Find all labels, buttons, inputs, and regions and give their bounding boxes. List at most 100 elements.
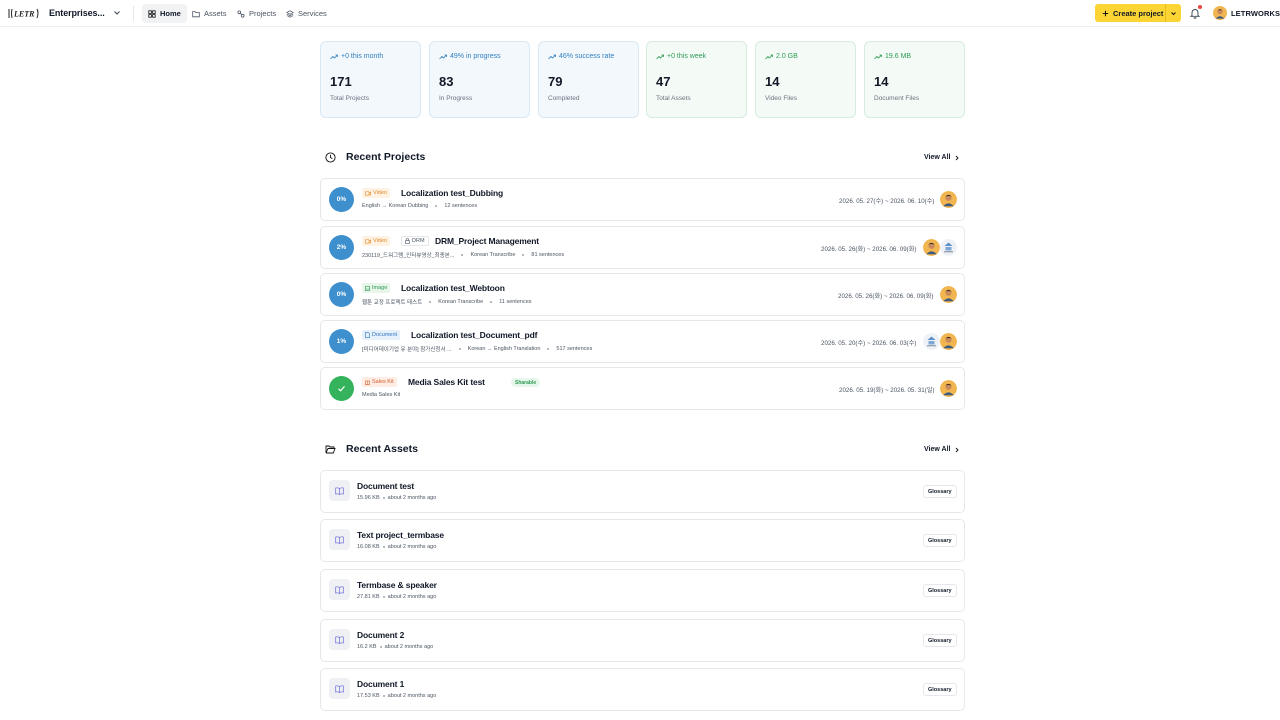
project-title[interactable]: Media Sales Kit test — [408, 377, 485, 387]
drm-badge: DRM — [401, 236, 429, 246]
asset-row[interactable]: Document test 15.96 KB about 2 months ag… — [320, 470, 965, 513]
stat-card-completed[interactable]: 46% success rate 79 Completed — [538, 41, 639, 118]
asset-name[interactable]: Termbase & speaker — [357, 580, 437, 590]
type-badge-image: Image — [362, 283, 391, 293]
stat-trend: 19.6 MB — [874, 53, 911, 60]
stat-value: 171 — [330, 74, 352, 89]
nav-assets-label: Assets — [204, 9, 227, 18]
create-project-label: Create project — [1113, 8, 1164, 18]
project-meta-lang: Korean → English Translation — [467, 346, 541, 352]
project-dates: 2026. 05. 19(화) ~ 2026. 05. 31(일) — [839, 387, 935, 394]
asset-size: 16.2 KB — [357, 644, 377, 650]
create-project-button[interactable]: Create project — [1095, 4, 1181, 22]
project-meta-count: 12 sentences — [444, 203, 478, 209]
stat-card-document-files[interactable]: 19.6 MB 14 Document Files — [864, 41, 965, 118]
plus-icon — [1102, 10, 1109, 16]
stat-trend-text: 2.0 GB — [776, 53, 798, 60]
asset-name[interactable]: Text project_termbase — [357, 530, 444, 540]
nav-home[interactable]: Home — [142, 4, 187, 23]
view-all-label: View All — [924, 154, 951, 161]
member-avatar[interactable] — [940, 286, 957, 303]
member-avatar[interactable] — [940, 380, 957, 397]
book-icon — [329, 480, 350, 501]
stat-trend: 46% success rate — [548, 53, 614, 60]
member-avatar[interactable] — [923, 333, 940, 350]
recent-assets-title: Recent Assets — [346, 443, 418, 455]
member-avatar[interactable] — [940, 239, 957, 256]
lock-icon — [405, 238, 410, 244]
asset-row[interactable]: Termbase & speaker 27.81 KB about 2 mont… — [320, 569, 965, 612]
stat-label: Total Projects — [330, 95, 370, 102]
clock-icon — [325, 151, 336, 163]
stat-card-video-files[interactable]: 2.0 GB 14 Video Files — [755, 41, 856, 118]
asset-row[interactable]: Document 1 17.53 KB about 2 months ago G… — [320, 668, 965, 711]
stat-value: 83 — [439, 74, 454, 89]
project-meta-count: 517 sentences — [556, 346, 593, 352]
nav-services[interactable]: Services — [280, 4, 333, 23]
project-row[interactable]: 1% Document Localization test_Document_p… — [320, 320, 965, 363]
create-project-main[interactable]: Create project — [1095, 4, 1165, 22]
nav-assets[interactable]: Assets — [186, 4, 233, 23]
stat-card-in-progress[interactable]: 49% in progress 83 In Progress — [429, 41, 530, 118]
project-row[interactable]: 0% Video Localization test_Dubbing Engli… — [320, 178, 965, 221]
asset-time: about 2 months ago — [387, 544, 437, 550]
asset-row[interactable]: Document 2 16.2 KB about 2 months ago Gl… — [320, 619, 965, 662]
project-row[interactable]: Sales Kit Media Sales Kit test Sharable … — [320, 367, 965, 410]
document-icon — [365, 332, 370, 338]
glossary-tag: Glossary — [923, 634, 957, 647]
logo[interactable]: LETR — [8, 8, 40, 19]
projects-view-all-link[interactable]: View All — [924, 154, 960, 161]
asset-name[interactable]: Document 1 — [357, 679, 404, 689]
stat-card-total-projects[interactable]: +0 this month 171 Total Projects — [320, 41, 421, 118]
trending-up-icon — [656, 54, 664, 59]
stat-trend-text: +0 this week — [667, 53, 707, 60]
assets-view-all-link[interactable]: View All — [924, 446, 960, 453]
org-name[interactable]: Enterprises... — [49, 8, 105, 18]
asset-name[interactable]: Document 2 — [357, 630, 404, 640]
project-row[interactable]: 2% Video DRM DRM_Project Management 2301… — [320, 226, 965, 269]
nav-projects-label: Projects — [249, 9, 277, 18]
stat-label: In Progress — [439, 95, 473, 102]
sharable-badge: Sharable — [511, 378, 541, 387]
stat-label: Total Assets — [656, 95, 691, 102]
asset-time: about 2 months ago — [387, 495, 437, 501]
user-name[interactable]: LETRWORKS — [1231, 9, 1280, 18]
project-title[interactable]: DRM_Project Management — [435, 236, 539, 246]
stat-value: 47 — [656, 74, 671, 89]
project-title[interactable]: Localization test_Webtoon — [401, 283, 505, 293]
book-icon — [329, 529, 350, 550]
chevron-down-icon[interactable] — [112, 8, 122, 18]
asset-name[interactable]: Document test — [357, 481, 414, 491]
create-project-dropdown[interactable] — [1166, 4, 1181, 22]
folder-open-icon — [325, 445, 336, 453]
project-title[interactable]: Localization test_Document_pdf — [411, 330, 537, 340]
project-dates: 2026. 05. 20(수) ~ 2026. 06. 03(수) — [821, 340, 917, 347]
notification-dot — [1198, 5, 1202, 9]
type-badge-label: Video — [373, 190, 387, 196]
asset-row[interactable]: Text project_termbase 16.08 KB about 2 m… — [320, 519, 965, 562]
recent-projects-title: Recent Projects — [346, 151, 426, 163]
project-dates: 2026. 05. 26(화) ~ 2026. 06. 09(화) — [821, 246, 917, 253]
project-meta: 230119_드워그램_인터뷰영상_최종본... Korean Transcri… — [362, 251, 564, 259]
asset-meta: 16.08 KB about 2 months ago — [357, 544, 436, 550]
progress-circle: 2% — [329, 235, 354, 260]
member-avatar[interactable] — [940, 191, 957, 208]
project-dates: 2026. 05. 27(수) ~ 2026. 06. 10(수) — [839, 198, 935, 205]
type-badge-label: Document — [372, 332, 398, 338]
member-avatar[interactable] — [923, 239, 940, 256]
stat-card-total-assets[interactable]: +0 this week 47 Total Assets — [646, 41, 747, 118]
project-meta: 웹툰 교정 프로젝트 테스트 Korean Transcribe 11 sent… — [362, 298, 532, 306]
stat-trend-text: 46% success rate — [559, 53, 615, 60]
nav-projects[interactable]: Projects — [231, 4, 282, 23]
project-meta-count: 81 sentences — [531, 252, 565, 258]
user-avatar[interactable] — [1213, 6, 1227, 20]
asset-meta: 16.2 KB about 2 months ago — [357, 644, 433, 650]
type-badge-video: Video — [362, 236, 390, 246]
project-title[interactable]: Localization test_Dubbing — [401, 188, 503, 198]
member-avatar[interactable] — [940, 333, 957, 350]
stat-trend: +0 this month — [330, 53, 383, 60]
nav-home-label: Home — [160, 9, 181, 18]
asset-size: 27.81 KB — [357, 594, 380, 600]
check-icon — [338, 386, 345, 392]
project-row[interactable]: 0% Image Localization test_Webtoon 웹툰 교정… — [320, 273, 965, 316]
